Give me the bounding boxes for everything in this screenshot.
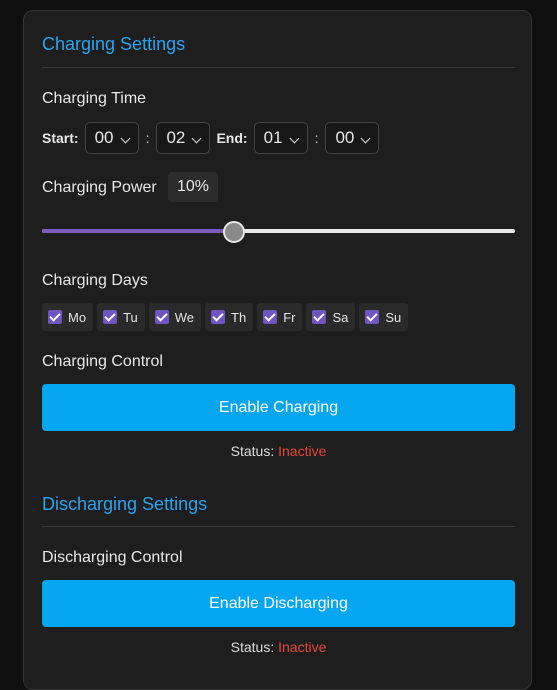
charging-time-row: Start: 00 : 02 End: 01 : 00 [42,122,380,154]
discharging-status: Status: Inactive [42,639,515,655]
enable-charging-button[interactable]: Enable Charging [42,384,515,431]
day-checkbox-tu[interactable]: Tu [97,303,145,331]
end-minute-select[interactable]: 00 [325,122,380,154]
start-label: Start: [42,130,79,146]
start-hour-select[interactable]: 00 [84,122,139,154]
checkbox-checked-icon[interactable] [154,310,169,324]
day-checkbox-mo[interactable]: Mo [42,303,94,331]
charging-power-label: Charging Power [42,179,157,196]
chevron-down-icon [120,133,131,144]
discharging-control-label: Discharging Control [42,549,183,566]
end-hour-value: 01 [263,128,283,147]
day-checkbox-sa[interactable]: Sa [306,303,356,331]
day-label: We [174,309,195,325]
discharging-status-value: Inactive [278,639,327,655]
charging-power-value: 10% [168,172,219,202]
start-minute-select[interactable]: 02 [156,122,211,154]
charging-status: Status: Inactive [42,443,515,459]
day-checkbox-th[interactable]: Th [205,303,254,331]
checkbox-checked-icon[interactable] [211,310,226,324]
day-checkbox-fr[interactable]: Fr [257,303,303,331]
status-label: Status: [230,639,275,655]
chevron-down-icon [192,133,202,144]
start-hour-value: 00 [94,128,114,147]
charging-days-label: Charging Days [42,272,148,289]
end-hour-select[interactable]: 01 [253,122,308,154]
charging-time-label: Charging Time [42,90,147,107]
time-separator: : [314,130,319,146]
day-checkbox-we[interactable]: We [148,303,202,331]
checkbox-checked-icon[interactable] [103,310,118,324]
enable-discharging-button[interactable]: Enable Discharging [42,580,515,627]
charging-control-label: Charging Control [42,353,163,370]
end-minute-value: 00 [335,128,355,147]
charging-settings-title: Charging Settings [42,34,186,54]
day-label: Th [231,309,247,325]
status-label: Status: [230,443,275,459]
charging-days-list: Mo Tu We Th Fr Sa Su [42,303,412,331]
slider-thumb[interactable] [222,221,245,243]
day-label: Tu [123,309,138,325]
checkbox-checked-icon[interactable] [263,310,278,324]
charging-status-value: Inactive [278,443,327,459]
chevron-down-icon [361,133,371,144]
day-label: Sa [332,309,349,325]
checkbox-checked-icon[interactable] [365,310,380,324]
discharging-settings-title: Discharging Settings [42,494,208,514]
start-minute-value: 02 [166,128,186,147]
settings-card: Charging Settings Charging Time Start: 0… [23,10,532,690]
discharging-divider [42,526,515,527]
day-checkbox-su[interactable]: Su [359,303,409,331]
day-label: Su [385,309,402,325]
time-separator: : [145,130,150,146]
day-label: Mo [68,309,87,325]
charging-power-slider[interactable] [42,217,515,245]
end-label: End: [216,130,248,146]
charging-divider [42,67,515,68]
checkbox-checked-icon[interactable] [48,310,62,324]
chevron-down-icon [289,133,300,144]
slider-fill [42,229,234,233]
day-label: Fr [283,309,296,325]
checkbox-checked-icon[interactable] [312,310,327,324]
